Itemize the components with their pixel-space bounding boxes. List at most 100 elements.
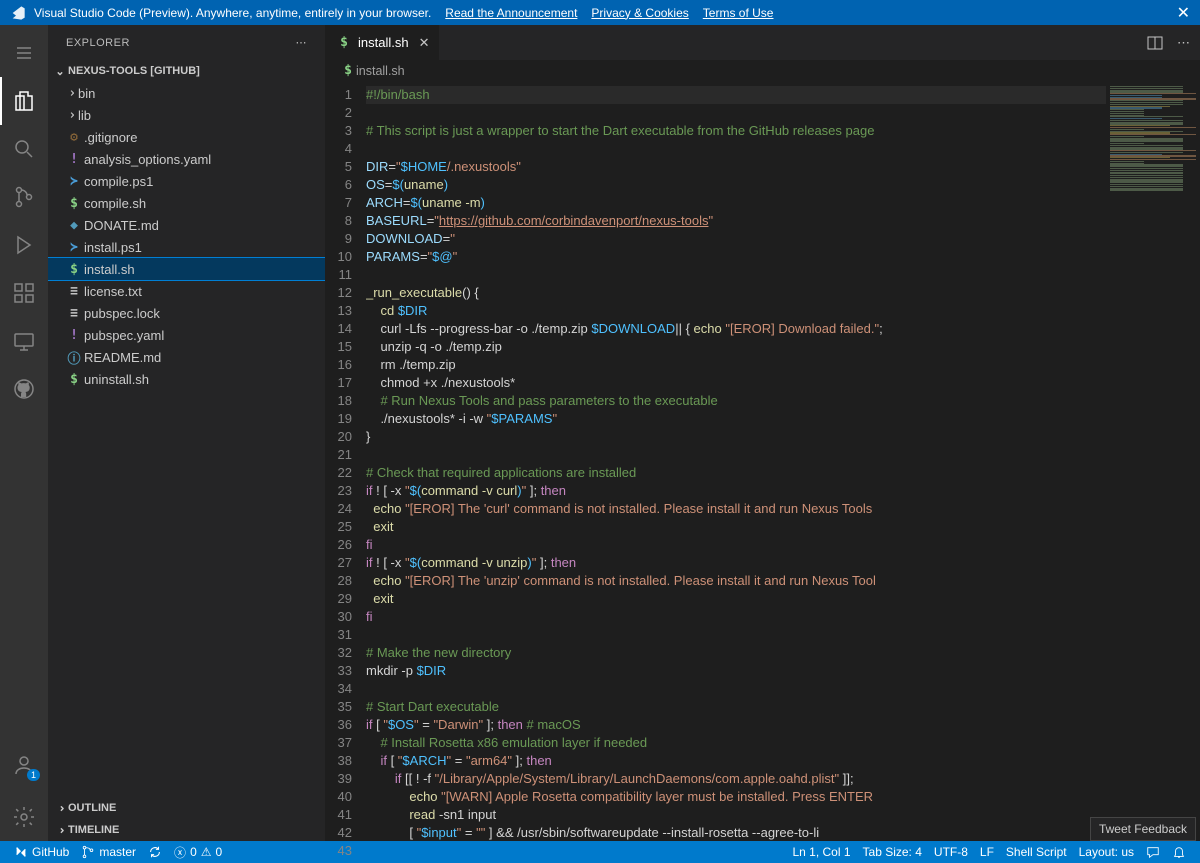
status-eol[interactable]: LF: [974, 841, 1000, 863]
status-problems[interactable]: ⓧ0 ⚠0: [168, 841, 228, 863]
accounts-badge: 1: [27, 769, 40, 781]
file-compile.ps1[interactable]: ≻compile.ps1: [48, 170, 325, 192]
file-label: .gitignore: [84, 130, 137, 145]
file-icon: ≡: [64, 284, 84, 299]
explorer-icon[interactable]: [0, 77, 48, 125]
status-sync[interactable]: [142, 841, 168, 863]
tab-close-icon[interactable]: ✕: [419, 35, 430, 51]
file-label: license.txt: [84, 284, 142, 299]
statusbar: GitHub master ⓧ0 ⚠0 Ln 1, Col 1 Tab Size…: [0, 841, 1200, 863]
outline-section-header[interactable]: ⌄ OUTLINE: [48, 797, 325, 819]
folder-label: lib: [78, 108, 91, 123]
run-debug-icon[interactable]: [0, 221, 48, 269]
folder-lib[interactable]: ⌄lib: [48, 104, 325, 126]
status-feedback-icon[interactable]: [1140, 841, 1166, 863]
file-label: pubspec.yaml: [84, 328, 164, 343]
file-icon: ≡: [64, 306, 84, 321]
file-.gitignore[interactable]: ⚙.gitignore: [48, 126, 325, 148]
status-language[interactable]: Shell Script: [1000, 841, 1073, 863]
tab-actions: ⋯: [1147, 25, 1200, 60]
status-error-count: 0: [190, 845, 197, 859]
search-icon[interactable]: [0, 125, 48, 173]
file-icon: $: [64, 372, 84, 387]
file-icon: $: [64, 262, 84, 277]
file-label: install.sh: [84, 262, 135, 277]
file-label: uninstall.sh: [84, 372, 149, 387]
file-icon: ◆: [64, 218, 84, 233]
file-install.ps1[interactable]: ≻install.ps1: [48, 236, 325, 258]
status-warning-count: 0: [216, 845, 223, 859]
source-control-icon[interactable]: [0, 173, 48, 221]
chevron-right-icon: ⌄: [62, 85, 78, 101]
file-label: install.ps1: [84, 240, 142, 255]
file-analysis_options.yaml[interactable]: !analysis_options.yaml: [48, 148, 325, 170]
chevron-right-icon: ⌄: [62, 107, 78, 123]
file-icon: ≻: [64, 174, 84, 189]
line-gutter[interactable]: 1234567891011121314151617181920212223242…: [326, 82, 366, 841]
status-github-label: GitHub: [32, 845, 69, 859]
editor: $ install.sh ✕ ⋯ $ install.sh 1234567891…: [326, 25, 1200, 841]
file-label: compile.sh: [84, 196, 146, 211]
status-branch[interactable]: master: [75, 841, 142, 863]
split-editor-icon[interactable]: [1147, 35, 1163, 51]
file-README.md[interactable]: ⓘREADME.md: [48, 346, 325, 368]
settings-gear-icon[interactable]: [0, 793, 48, 841]
branch-icon: [81, 845, 95, 859]
banner-privacy-link[interactable]: Privacy & Cookies: [591, 6, 688, 20]
vscode-logo-icon: [10, 5, 26, 21]
timeline-section-header[interactable]: ⌄ TIMELINE: [48, 819, 325, 841]
banner-terms-link[interactable]: Terms of Use: [703, 6, 774, 20]
banner-announcement-link[interactable]: Read the Announcement: [445, 6, 577, 20]
file-license.txt[interactable]: ≡license.txt: [48, 280, 325, 302]
vscode-banner: Visual Studio Code (Preview). Anywhere, …: [0, 0, 1200, 25]
remote-explorer-icon[interactable]: [0, 317, 48, 365]
file-tree: ⌄bin⌄lib⚙.gitignore!analysis_options.yam…: [48, 82, 325, 797]
sidebar-more-icon[interactable]: ⋯: [296, 36, 308, 49]
sync-icon: [148, 845, 162, 859]
github-icon[interactable]: [0, 365, 48, 413]
banner-close-icon[interactable]: ✕: [1177, 3, 1190, 23]
breadcrumb[interactable]: $ install.sh: [326, 60, 1200, 82]
file-icon: !: [64, 152, 84, 167]
folder-bin[interactable]: ⌄bin: [48, 82, 325, 104]
file-icon: ⓘ: [64, 348, 84, 367]
file-install.sh[interactable]: $install.sh: [48, 258, 325, 280]
timeline-label: TIMELINE: [68, 824, 119, 836]
file-pubspec.lock[interactable]: ≡pubspec.lock: [48, 302, 325, 324]
file-pubspec.yaml[interactable]: !pubspec.yaml: [48, 324, 325, 346]
file-icon: ⚙: [64, 130, 84, 145]
file-icon: !: [64, 328, 84, 343]
file-label: analysis_options.yaml: [84, 152, 211, 167]
status-tab-size[interactable]: Tab Size: 4: [857, 841, 928, 863]
file-DONATE.md[interactable]: ◆DONATE.md: [48, 214, 325, 236]
file-compile.sh[interactable]: $compile.sh: [48, 192, 325, 214]
status-branch-label: master: [99, 845, 136, 859]
file-label: README.md: [84, 350, 161, 365]
sidebar-title: EXPLORER ⋯: [48, 25, 325, 60]
status-encoding[interactable]: UTF-8: [928, 841, 974, 863]
status-layout[interactable]: Layout: us: [1073, 841, 1140, 863]
file-label: pubspec.lock: [84, 306, 160, 321]
extensions-icon[interactable]: [0, 269, 48, 317]
more-actions-icon[interactable]: ⋯: [1177, 35, 1190, 51]
status-notifications-icon[interactable]: [1166, 841, 1192, 863]
minimap[interactable]: [1106, 82, 1200, 841]
status-cursor-position[interactable]: Ln 1, Col 1: [786, 841, 856, 863]
status-remote-github[interactable]: GitHub: [8, 841, 75, 863]
repo-section-header[interactable]: ⌄ NEXUS-TOOLS [GITHUB]: [48, 60, 325, 82]
tab-label: install.sh: [358, 35, 409, 50]
shell-file-icon: $: [336, 35, 352, 50]
code-area[interactable]: #!/bin/bash # This script is just a wrap…: [366, 82, 1106, 841]
shell-file-icon: $: [340, 63, 356, 78]
tab-install-sh[interactable]: $ install.sh ✕: [326, 25, 440, 60]
outline-label: OUTLINE: [68, 802, 116, 814]
accounts-icon[interactable]: 1: [0, 741, 48, 789]
editor-tabs: $ install.sh ✕ ⋯: [326, 25, 1200, 60]
error-icon: ⓧ: [174, 844, 186, 861]
tweet-feedback-button[interactable]: Tweet Feedback: [1090, 817, 1196, 841]
activity-bar: 1: [0, 25, 48, 841]
menu-icon[interactable]: [0, 29, 48, 77]
file-uninstall.sh[interactable]: $uninstall.sh: [48, 368, 325, 390]
file-label: compile.ps1: [84, 174, 153, 189]
file-icon: $: [64, 196, 84, 211]
